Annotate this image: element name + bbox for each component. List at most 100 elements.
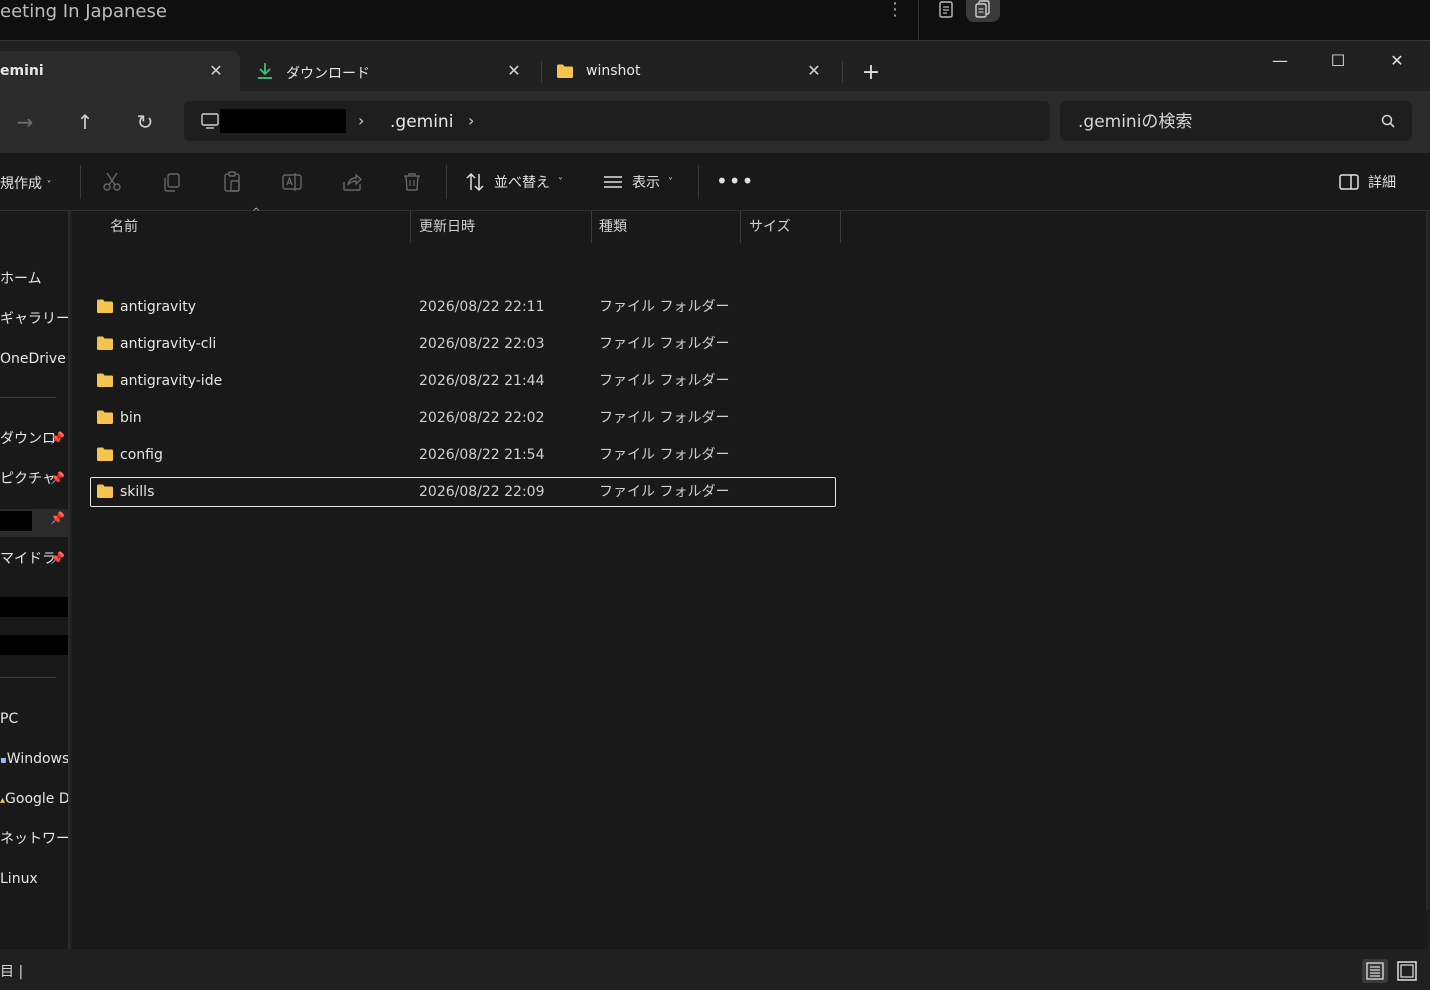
monitor-icon xyxy=(201,113,219,129)
nav-item-google-drive[interactable]: ▴Google D xyxy=(0,789,68,811)
folder-icon xyxy=(97,484,113,498)
trash-icon[interactable] xyxy=(400,170,424,194)
command-divider xyxy=(698,165,699,199)
column-header-date[interactable]: 更新日時 xyxy=(419,211,475,243)
details-pane-icon xyxy=(1339,174,1359,190)
refresh-button[interactable]: ↻ xyxy=(130,107,160,137)
column-divider[interactable] xyxy=(740,211,741,243)
nav-item-linux[interactable]: Linux xyxy=(0,869,68,889)
new-tab-button[interactable]: + xyxy=(856,59,886,89)
details-view-button[interactable] xyxy=(1362,959,1388,983)
paste-icon[interactable] xyxy=(220,170,244,194)
file-type: ファイル フォルダー xyxy=(599,336,730,352)
column-divider[interactable] xyxy=(591,211,592,243)
pin-icon: 📌 xyxy=(50,431,65,445)
copy-icon[interactable] xyxy=(160,170,184,194)
nav-item-onedrive[interactable]: OneDrive xyxy=(0,349,68,369)
close-window-button[interactable]: ✕ xyxy=(1377,47,1417,75)
search-input[interactable]: .geminiの検索 xyxy=(1060,101,1412,141)
pin-icon: 📌 xyxy=(50,551,65,565)
forward-button[interactable]: → xyxy=(10,107,40,137)
file-name: skills xyxy=(120,484,155,500)
file-explorer-window: emini ✕ ダウンロード ✕ winshot ✕ + — ☐ ✕ → ↑ ↻… xyxy=(0,40,1430,990)
cut-icon[interactable] xyxy=(100,170,124,194)
file-row[interactable]: bin 2026/08/22 22:02 ファイル フォルダー xyxy=(90,403,836,433)
file-name: antigravity-cli xyxy=(120,336,217,352)
view-button[interactable]: 表示 ˅ xyxy=(602,171,673,193)
column-divider[interactable] xyxy=(840,211,841,243)
large-icons-view-icon xyxy=(1397,961,1417,981)
large-icons-view-button[interactable] xyxy=(1394,959,1420,983)
file-row-selected[interactable]: skills 2026/08/22 22:09 ファイル フォルダー xyxy=(90,477,836,507)
up-button[interactable]: ↑ xyxy=(70,107,100,137)
tab-label: emini xyxy=(0,63,44,79)
file-name: antigravity xyxy=(120,299,197,315)
tab-bar: emini ✕ ダウンロード ✕ winshot ✕ + — ☐ ✕ xyxy=(0,41,1430,91)
tab-divider xyxy=(541,61,542,83)
maximize-button[interactable]: ☐ xyxy=(1318,47,1358,75)
chevron-down-icon: ˅ xyxy=(668,176,673,188)
tab-divider xyxy=(842,61,843,83)
folder-icon xyxy=(557,64,573,78)
redacted-path-segment xyxy=(220,109,346,133)
file-type: ファイル フォルダー xyxy=(599,373,730,389)
file-date: 2026/08/22 22:09 xyxy=(419,484,545,500)
close-icon[interactable]: ✕ xyxy=(504,61,524,81)
nav-item-gallery[interactable]: ギャラリー xyxy=(0,309,68,329)
rename-icon[interactable] xyxy=(280,170,304,194)
nav-item-windows[interactable]: ▪Windows xyxy=(0,749,68,771)
nav-item-pc[interactable]: PC xyxy=(0,709,68,729)
file-name: bin xyxy=(120,410,142,426)
file-row[interactable]: antigravity 2026/08/22 22:11 ファイル フォルダー xyxy=(90,292,836,322)
column-header-name[interactable]: 名前 xyxy=(110,211,138,243)
column-divider[interactable] xyxy=(410,211,411,243)
close-icon[interactable]: ✕ xyxy=(804,61,824,81)
file-date: 2026/08/22 22:02 xyxy=(419,410,545,426)
breadcrumb-current-folder[interactable]: .gemini xyxy=(390,110,453,134)
chevron-right-icon[interactable]: › xyxy=(358,109,364,133)
tab-downloads[interactable]: ダウンロード ✕ xyxy=(246,51,538,91)
navigation-pane: ホーム ギャラリー OneDrive ダウンロ- 📌 ピクチャ 📌 📌 マイドラ… xyxy=(0,211,70,949)
command-divider xyxy=(80,165,81,199)
folder-icon xyxy=(97,410,113,424)
close-icon[interactable]: ✕ xyxy=(206,61,226,81)
file-date: 2026/08/22 22:03 xyxy=(419,336,545,352)
scrollbar[interactable] xyxy=(1426,211,1428,911)
file-date: 2026/08/22 21:44 xyxy=(419,373,545,389)
nav-item-label: ピクチャ xyxy=(0,471,56,487)
file-row[interactable]: antigravity-ide 2026/08/22 21:44 ファイル フォ… xyxy=(90,366,836,396)
tab-gemini[interactable]: emini ✕ xyxy=(0,51,240,91)
redacted-nav-item xyxy=(0,635,68,655)
more-vertical-icon[interactable]: ⋮ xyxy=(886,0,904,22)
chevron-right-icon[interactable]: › xyxy=(468,109,474,133)
command-bar: 規作成 ˅ 並べ替え ˅ 表示 ˅ ••• 詳細 xyxy=(0,153,1430,211)
command-divider xyxy=(446,165,447,199)
drive-icon: ▪ xyxy=(0,755,7,766)
new-button[interactable]: 規作成 ˅ xyxy=(0,173,51,193)
sort-label: 並べ替え xyxy=(494,175,550,191)
tab-label: winshot xyxy=(586,63,641,79)
more-options-button[interactable]: ••• xyxy=(716,169,754,193)
view-list-icon xyxy=(604,176,622,188)
nav-item-home[interactable]: ホーム xyxy=(0,269,68,289)
background-app: eeting In Japanese ⋮ xyxy=(0,0,1430,42)
chevron-down-icon: ˅ xyxy=(46,180,52,191)
search-placeholder: .geminiの検索 xyxy=(1078,112,1193,132)
file-row[interactable]: config 2026/08/22 21:54 ファイル フォルダー xyxy=(90,440,836,470)
details-pane-button[interactable]: 詳細 xyxy=(1338,171,1396,193)
document-icon[interactable] xyxy=(936,0,956,20)
copy-document-button[interactable] xyxy=(966,0,1000,22)
column-header-type[interactable]: 種類 xyxy=(599,211,627,243)
sort-button[interactable]: 並べ替え ˅ xyxy=(464,171,563,193)
folder-icon xyxy=(97,373,113,387)
share-icon[interactable] xyxy=(340,170,364,194)
new-button-label: 規作成 xyxy=(0,176,42,192)
file-row[interactable]: antigravity-cli 2026/08/22 22:03 ファイル フォ… xyxy=(90,329,836,359)
file-type: ファイル フォルダー xyxy=(599,299,730,315)
column-header-size[interactable]: サイズ xyxy=(749,211,791,243)
address-bar[interactable]: › .gemini › xyxy=(184,101,1050,141)
search-icon[interactable] xyxy=(1380,113,1396,129)
minimize-button[interactable]: — xyxy=(1260,47,1300,75)
nav-item-network[interactable]: ネットワーク xyxy=(0,829,68,849)
tab-winshot[interactable]: winshot ✕ xyxy=(546,51,838,91)
